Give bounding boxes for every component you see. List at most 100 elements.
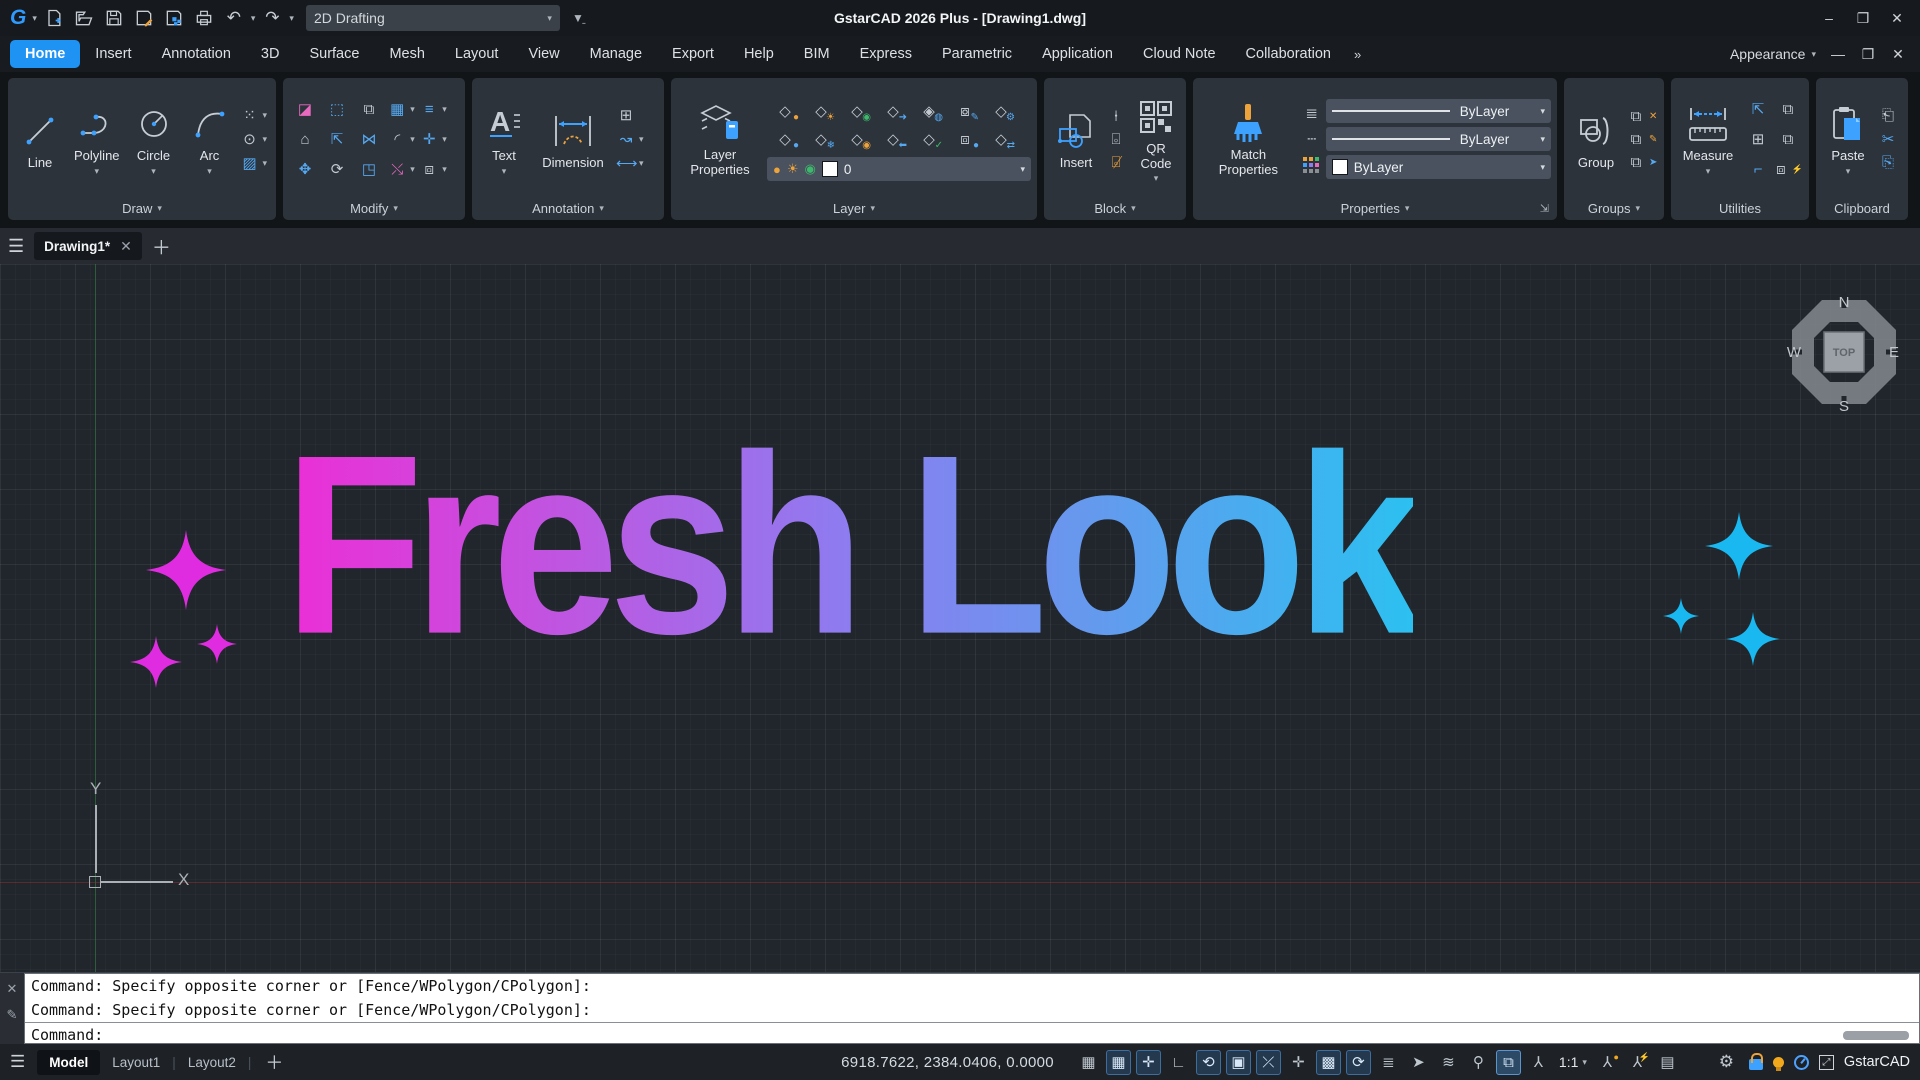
sparkle-left-large[interactable] xyxy=(146,530,226,610)
more-tabs-icon[interactable]: » xyxy=(1346,47,1369,62)
layer-unlock-button[interactable]: ◇◉ xyxy=(845,102,869,120)
restore-button[interactable]: ❐ xyxy=(1848,6,1878,30)
viewport-preview-toggle[interactable]: ⧉ xyxy=(1496,1050,1521,1075)
layer-transfer-button[interactable]: ◇⇄ xyxy=(989,130,1013,148)
tab-cloud-note[interactable]: Cloud Note xyxy=(1128,40,1231,68)
properties-list-button[interactable]: ▤ xyxy=(1655,1050,1680,1075)
utilities-panel-caption[interactable]: Utilities xyxy=(1671,196,1809,220)
block-panel-caption[interactable]: Block▾ xyxy=(1044,196,1186,220)
doc-minimize-button[interactable]: — xyxy=(1826,43,1850,65)
object-snap-toggle[interactable]: ▣ xyxy=(1226,1050,1251,1075)
undo-caret-icon[interactable]: ▾ xyxy=(251,13,256,24)
doc-restore-button[interactable]: ❐ xyxy=(1856,43,1880,65)
tab-mesh[interactable]: Mesh xyxy=(374,40,439,68)
scale-button[interactable]: ◳ xyxy=(353,160,385,178)
color-select[interactable]: ByLayer ▾ xyxy=(1326,155,1551,179)
offset-button[interactable]: ⧈▾ xyxy=(417,161,449,178)
document-tab-drawing1[interactable]: Drawing1* ✕ xyxy=(34,232,142,260)
redo-caret-icon[interactable]: ▾ xyxy=(289,13,294,24)
align-button[interactable]: ≡▾ xyxy=(417,101,449,118)
fillet-button[interactable]: ◜▾ xyxy=(385,130,417,148)
tab-insert[interactable]: Insert xyxy=(80,40,146,68)
trim-button[interactable]: ⤯▾ xyxy=(385,161,417,178)
paste-special-button[interactable]: ⎗ xyxy=(1878,107,1898,124)
settings-gear-button[interactable]: ⚙ xyxy=(1714,1050,1739,1075)
tab-layout[interactable]: Layout xyxy=(440,40,514,68)
copy-nested-button[interactable]: ⧉ xyxy=(1773,131,1803,148)
layer-isolate-button[interactable]: ◈◍ xyxy=(917,102,941,120)
snap-mode-toggle[interactable]: ▦ xyxy=(1106,1050,1131,1075)
print-button[interactable] xyxy=(191,5,217,31)
dim-linear-button[interactable]: ⟷▾ xyxy=(616,154,644,172)
linetype-select[interactable]: ByLayer ▾ xyxy=(1326,127,1551,151)
qr-code-button[interactable]: QR Code ▾ xyxy=(1130,92,1182,187)
3d-object-snap-toggle[interactable]: ⤫ xyxy=(1256,1050,1281,1075)
polyline-button[interactable]: Polyline ▾ xyxy=(70,99,124,179)
sparkle-left-medium[interactable] xyxy=(130,636,182,688)
command-window[interactable]: Command: Specify opposite corner or [Fen… xyxy=(24,973,1920,1044)
gstarcad-logo-icon[interactable]: G xyxy=(8,6,28,30)
status-menu-icon[interactable]: ☰ xyxy=(10,1052,25,1072)
hatch-tools-button[interactable]: ▨▾ xyxy=(240,154,268,172)
id-point-button[interactable]: ⇱ xyxy=(1743,100,1773,118)
coordinates-readout[interactable]: 6918.7622, 2384.0406, 0.0000 xyxy=(841,1054,1054,1071)
command-close-icon[interactable]: ✕ xyxy=(7,981,18,997)
erase-button[interactable]: ◪ xyxy=(289,100,321,118)
redo-button[interactable]: ↷ xyxy=(259,5,285,31)
dynamic-input-toggle[interactable]: ⟳ xyxy=(1346,1050,1371,1075)
appearance-menu[interactable]: Appearance ▾ xyxy=(1730,46,1816,62)
layer-off-button[interactable]: ◇● xyxy=(773,130,797,148)
save-button[interactable] xyxy=(101,5,127,31)
group-select-button[interactable]: ⧉➤ xyxy=(1626,154,1657,171)
color-list-button[interactable] xyxy=(1302,156,1322,174)
ui-lock-button[interactable] xyxy=(1749,1059,1763,1070)
artwork-text[interactable]: Fresh Look xyxy=(284,412,1413,680)
annotation-panel-caption[interactable]: Annotation▾ xyxy=(472,196,664,220)
modify-panel-caption[interactable]: Modify▾ xyxy=(283,196,465,220)
array-button[interactable]: ▦▾ xyxy=(385,100,417,118)
boundary-button[interactable]: ⌐ xyxy=(1743,161,1773,178)
pedit-button[interactable]: ⌂ xyxy=(289,131,321,148)
compass-west-label[interactable]: W xyxy=(1787,344,1802,361)
new-file-button[interactable] xyxy=(41,5,67,31)
copy-clip-button[interactable]: ⎘ xyxy=(1878,154,1898,171)
cut-button[interactable]: ✂ xyxy=(1878,130,1898,148)
command-edit-icon[interactable]: ✎ xyxy=(7,1007,18,1023)
draw-panel-caption[interactable]: Draw▾ xyxy=(8,196,276,220)
model-tab[interactable]: Model xyxy=(37,1050,100,1075)
tab-help[interactable]: Help xyxy=(729,40,789,68)
performance-gauge-button[interactable] xyxy=(1794,1055,1809,1070)
annotation-visibility-toggle[interactable]: ⅄● xyxy=(1595,1050,1620,1075)
tab-surface[interactable]: Surface xyxy=(294,40,374,68)
stretch-button[interactable]: ⇱ xyxy=(321,130,353,148)
copy-button[interactable]: ⧉ xyxy=(353,101,385,118)
polar-tracking-toggle[interactable]: ⟲ xyxy=(1196,1050,1221,1075)
layer-state-button[interactable]: ◇✓ xyxy=(917,130,941,148)
tab-export[interactable]: Export xyxy=(657,40,729,68)
command-scrollbar[interactable] xyxy=(1843,1031,1909,1040)
tab-express[interactable]: Express xyxy=(845,40,927,68)
layer-previous-button[interactable]: ◇⬅ xyxy=(881,130,905,148)
press-drag-toggle[interactable]: ▩ xyxy=(1316,1050,1341,1075)
close-button[interactable]: ✕ xyxy=(1882,6,1912,30)
compass-east-label[interactable]: E xyxy=(1889,344,1899,361)
layer-walk-button[interactable]: ⧈● xyxy=(953,131,977,148)
layer-thaw-button[interactable]: ◇☀ xyxy=(809,102,833,120)
calculator-button[interactable]: ⊞ xyxy=(1743,130,1773,148)
explode-button[interactable]: ⬚ xyxy=(321,100,353,118)
compass-south-label[interactable]: S xyxy=(1839,398,1849,414)
clipboard-panel-caption[interactable]: Clipboard xyxy=(1816,196,1908,220)
tab-annotation[interactable]: Annotation xyxy=(147,40,246,68)
tab-bim[interactable]: BIM xyxy=(789,40,845,68)
block-edit-button[interactable]: ⌻ xyxy=(1106,131,1126,148)
tab-parametric[interactable]: Parametric xyxy=(927,40,1027,68)
circle-button[interactable]: Circle ▾ xyxy=(128,99,180,179)
zoom-tool[interactable]: ⚲ xyxy=(1466,1050,1491,1075)
new-layout-button[interactable]: ＋ xyxy=(259,1049,289,1075)
hardware-acceleration-button[interactable] xyxy=(1773,1057,1784,1068)
linetype-list-button[interactable]: ┄ xyxy=(1302,130,1322,148)
lineweight-list-button[interactable]: ≣ xyxy=(1302,104,1322,122)
save-as-button[interactable] xyxy=(131,5,157,31)
move-button[interactable]: ✥ xyxy=(289,160,321,178)
document-tab-close-icon[interactable]: ✕ xyxy=(120,238,132,255)
